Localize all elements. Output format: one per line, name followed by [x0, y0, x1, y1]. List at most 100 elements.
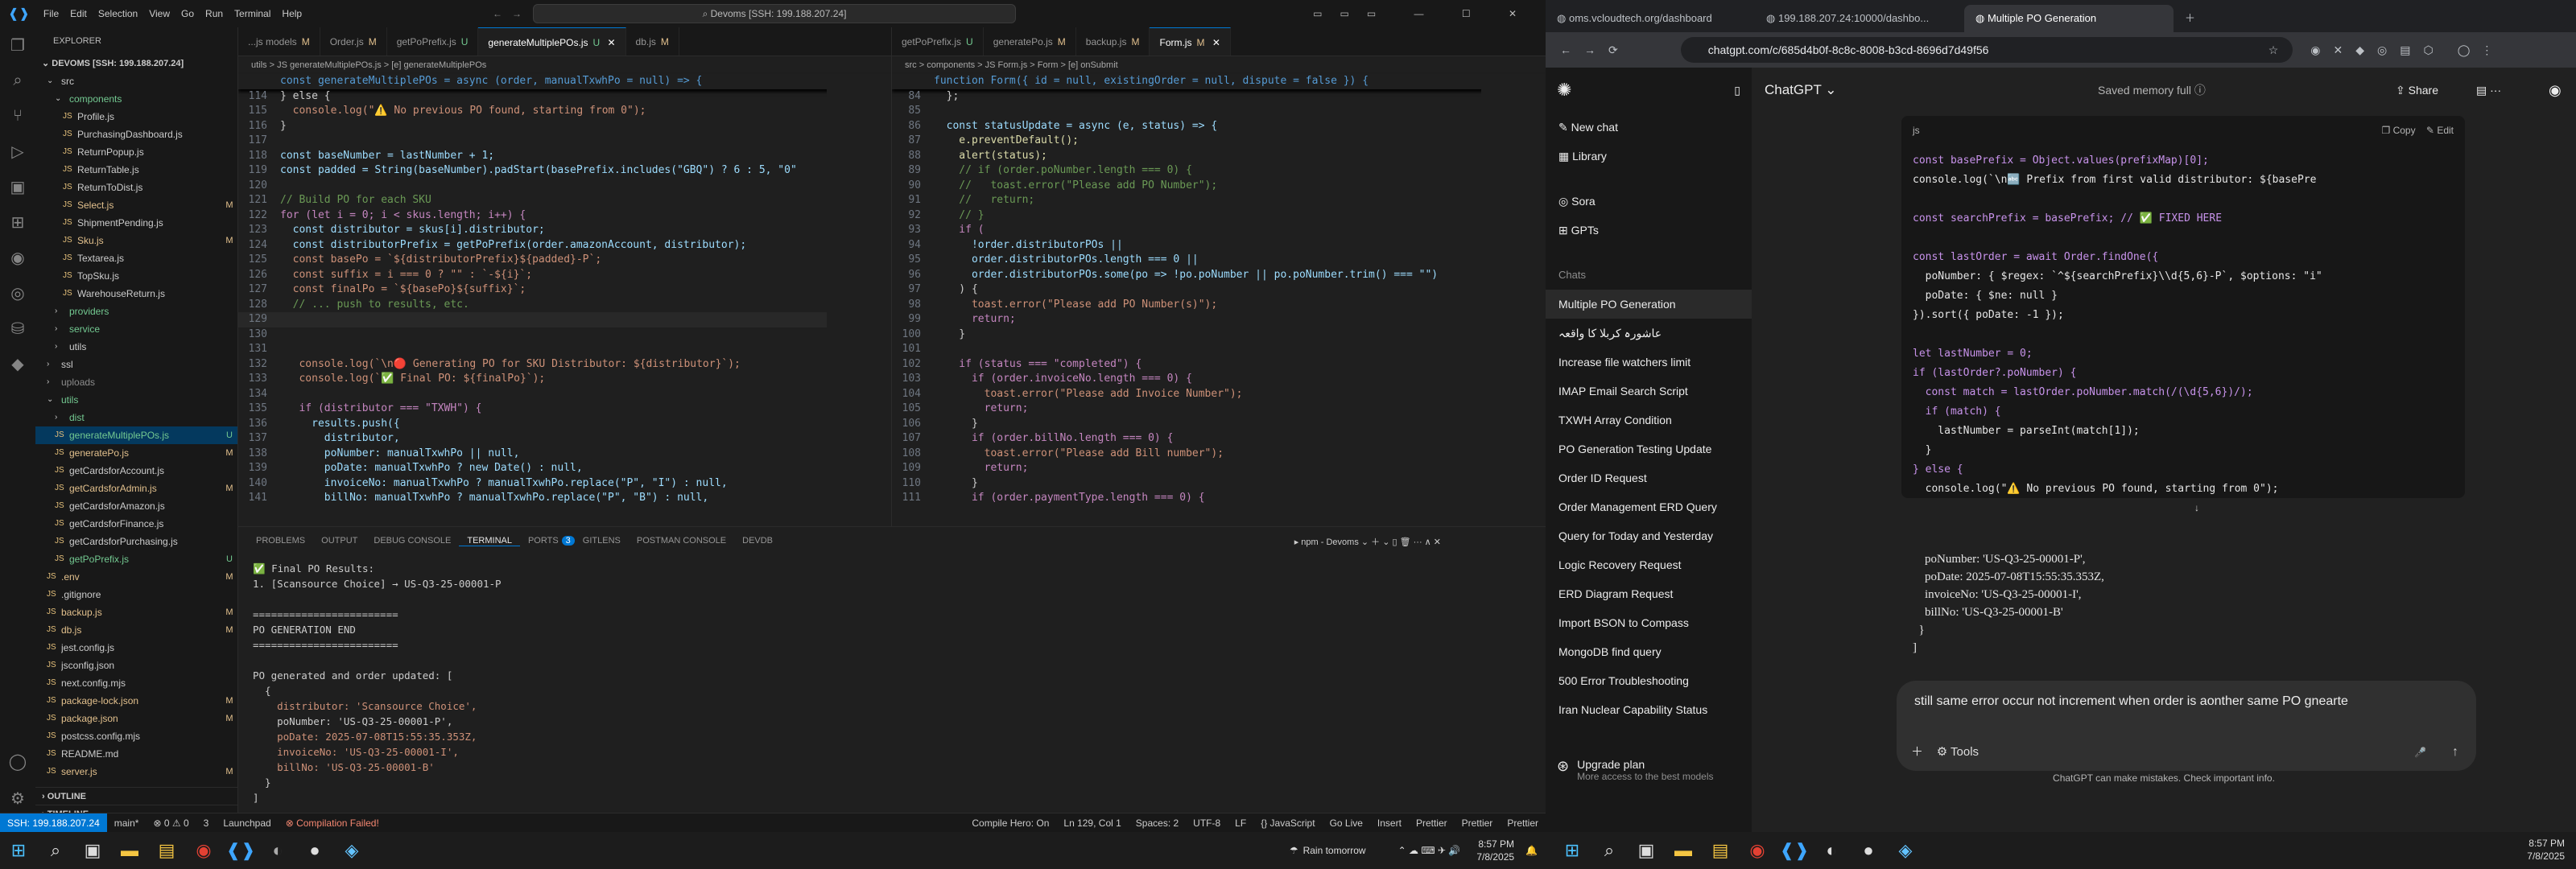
code-editor-left[interactable]: const generateMultiplePOs = async (order… — [238, 74, 891, 506]
file-item[interactable]: JS getCardsforAmazon.js — [35, 497, 237, 515]
file-item[interactable]: JS getCardsforFinance.js — [35, 515, 237, 533]
file-item[interactable]: JS Textarea.js — [35, 249, 237, 267]
back-icon[interactable]: ← — [1554, 43, 1578, 56]
prompt-input[interactable]: still same error occur not increment whe… — [1897, 681, 2476, 723]
status-item[interactable]: Go Live — [1323, 818, 1370, 829]
chat-history-item[interactable]: Iran Nuclear Capability Status — [1546, 695, 1752, 724]
search-icon[interactable]: ⌕ — [0, 63, 35, 98]
new-chat-button[interactable]: ✎ New chat — [1546, 113, 1752, 142]
menu-item-help[interactable]: Help — [276, 8, 308, 19]
forward-arrow-icon[interactable]: → — [512, 8, 522, 19]
panel-tab-gitlens[interactable]: GITLENS — [575, 536, 629, 546]
menu-item-file[interactable]: File — [38, 8, 64, 19]
folder-item[interactable]: › providers — [35, 303, 237, 320]
chat-history-item[interactable]: Query for Today and Yesterday — [1546, 521, 1752, 550]
chat-history-item[interactable]: ERD Diagram Request — [1546, 579, 1752, 608]
clock[interactable]: 8:57 PM 7/8/2025 — [2527, 837, 2565, 863]
editor-tab[interactable]: ...js models M — [238, 27, 320, 56]
extensions-icon[interactable]: ⊞ — [0, 204, 35, 240]
file-item[interactable]: JS README.md — [35, 745, 237, 763]
file-item[interactable]: JS package.json M — [35, 710, 237, 727]
browser-tab[interactable]: ◍ 199.188.207.24:10000/dashbo... — [1755, 5, 1964, 32]
status-item[interactable]: UTF-8 — [1186, 818, 1228, 829]
panel-tab-ports[interactable]: PORTS — [520, 536, 567, 546]
new-tab-icon[interactable]: ＋ — [2174, 5, 2206, 32]
command-center[interactable]: ⌕ Devoms [SSH: 199.188.207.24] — [533, 4, 1016, 23]
chat-history-item[interactable]: MongoDB find query — [1546, 637, 1752, 666]
remote-explorer-icon[interactable]: ▣ — [0, 169, 35, 204]
folder-item[interactable]: › uploads — [35, 373, 237, 391]
sora-button[interactable]: ◎ Sora — [1546, 187, 1752, 216]
terminal-output[interactable]: ✅ Final PO Results: 1. [Scansource Choice… — [238, 554, 1546, 827]
tools-button[interactable]: ⚙ Tools — [1937, 745, 1979, 759]
status-item[interactable]: Prettier — [1409, 818, 1455, 829]
address-bar[interactable]: chatgpt.com/c/685d4b0f-8c8c-8008-b3cd-86… — [1680, 37, 2293, 63]
close-icon[interactable]: ✕ — [600, 37, 615, 48]
file-item[interactable]: JS jsconfig.json — [35, 657, 237, 674]
microphone-icon[interactable]: 🎤 — [2414, 747, 2426, 758]
chrome-icon[interactable]: ◉ — [185, 832, 222, 869]
sidebar-toggle-icon[interactable]: ▯ — [1734, 84, 1740, 97]
folder-item[interactable]: › service — [35, 320, 237, 338]
gpts-button[interactable]: ⊞ GPTs — [1546, 216, 1752, 245]
file-item[interactable]: JS server.js M — [35, 763, 237, 780]
task-view-icon[interactable]: ▣ — [1628, 832, 1665, 869]
folder-item[interactable]: › utils — [35, 338, 237, 356]
chat-history-item[interactable]: Multiple PO Generation — [1546, 290, 1752, 319]
mongodb-compass-icon[interactable]: ◐ — [1813, 832, 1850, 869]
menu-item-run[interactable]: Run — [200, 8, 229, 19]
send-button[interactable]: ↑ — [2452, 745, 2458, 760]
library-button[interactable]: ▦ Library — [1546, 142, 1752, 171]
file-explorer-icon[interactable]: ▬ — [1665, 832, 1702, 869]
folder-item[interactable]: › dist — [35, 409, 237, 426]
github-icon[interactable]: ● — [296, 832, 333, 869]
search-icon[interactable]: ⌕ — [1591, 832, 1628, 869]
profile-icon[interactable]: ◯ — [2458, 43, 2471, 57]
editor-tab[interactable]: generatePo.js M — [984, 27, 1076, 56]
breadcrumb[interactable]: utils > JS generateMultiplePOs.js > [e] … — [238, 56, 891, 74]
editor-tab[interactable]: Order.js M — [320, 27, 387, 56]
menu-item-go[interactable]: Go — [175, 8, 200, 19]
status-item[interactable]: Compile Hero: On — [964, 818, 1056, 829]
task-view-icon[interactable]: ▣ — [74, 832, 111, 869]
editor-tab[interactable]: getPoPrefix.js U — [387, 27, 479, 56]
workspace-root[interactable]: ⌄ DEVOMS [SSH: 199.188.207.24] — [35, 55, 237, 72]
panel-tab-debug-console[interactable]: DEBUG CONSOLE — [365, 536, 459, 546]
app-icon[interactable]: ◈ — [1887, 832, 1924, 869]
edit-button[interactable]: ✎ Edit — [2426, 125, 2454, 136]
share-button[interactable]: ⇪ Share — [2396, 84, 2438, 97]
chrome-icon[interactable]: ◉ — [1739, 832, 1776, 869]
file-item[interactable]: JS postcss.config.mjs — [35, 727, 237, 745]
github-icon[interactable]: ● — [1850, 832, 1887, 869]
database-icon[interactable]: ⛁ — [0, 311, 35, 346]
chat-history-item[interactable]: Logic Recovery Request — [1546, 550, 1752, 579]
system-tray[interactable]: ☂ Rain tomorrow ⌃ ☁ ⌨ ✈ 🔊 8:57 PM 7/8/20… — [1285, 832, 1538, 869]
chat-history-item[interactable]: IMAP Email Search Script — [1546, 377, 1752, 406]
run-debug-icon[interactable]: ▷ — [0, 134, 35, 169]
editor-tab[interactable]: getPoPrefix.js U — [892, 27, 984, 56]
status-item[interactable]: ⊗ Compilation Failed! — [279, 818, 386, 829]
status-item[interactable]: LF — [1228, 818, 1253, 829]
python-icon[interactable]: ◆ — [0, 346, 35, 381]
panel-tab-terminal[interactable]: TERMINAL — [459, 536, 520, 546]
chat-history-item[interactable]: Increase file watchers limit — [1546, 348, 1752, 377]
code-editor-right[interactable]: function Form({ id = null, existingOrder… — [892, 74, 1546, 506]
file-item[interactable]: JS next.config.mjs — [35, 674, 237, 692]
folder-item[interactable]: ⌄ utils — [35, 391, 237, 409]
extension-icons[interactable]: ◉✕◆◎▤⬡ — [2310, 43, 2446, 57]
status-item[interactable]: Prettier — [1500, 818, 1546, 829]
file-item[interactable]: JS package-lock.json M — [35, 692, 237, 710]
breadcrumb[interactable]: src > components > JS Form.js > Form > [… — [892, 56, 1546, 74]
menu-item-terminal[interactable]: Terminal — [229, 8, 276, 19]
file-item[interactable]: JS ReturnPopup.js — [35, 143, 237, 161]
search-icon[interactable]: ⌕ — [37, 832, 74, 869]
menu-item-view[interactable]: View — [143, 8, 175, 19]
source-control-icon[interactable]: ⑂ — [0, 98, 35, 134]
file-item[interactable]: JS .env M — [35, 568, 237, 586]
status-item[interactable]: Spaces: 2 — [1129, 818, 1186, 829]
app-icon[interactable]: ◈ — [333, 832, 370, 869]
windows-start-icon[interactable]: ⊞ — [0, 832, 37, 869]
model-selector[interactable]: ChatGPT ⌄ — [1765, 82, 1837, 98]
status-item[interactable]: ⊗ 0 ⚠ 0 — [146, 818, 196, 829]
panel-tab-postman-console[interactable]: POSTMAN CONSOLE — [629, 536, 734, 546]
